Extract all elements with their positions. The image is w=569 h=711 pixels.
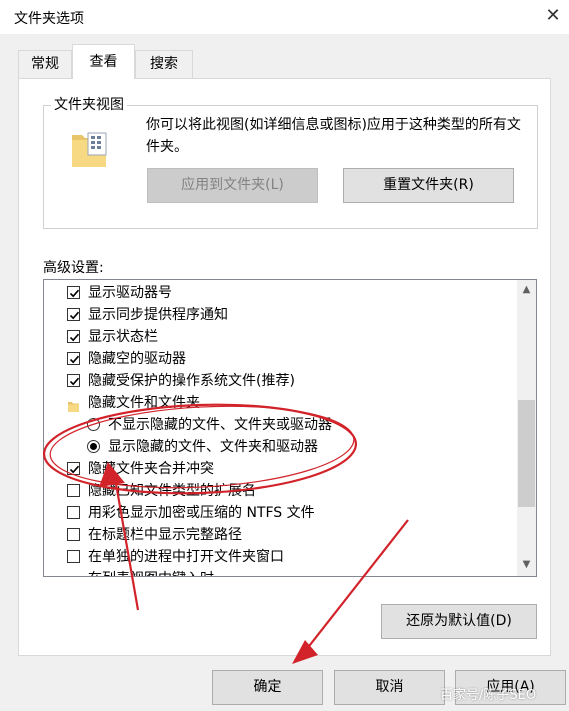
list-item-label: 不显示隐藏的文件、文件夹或驱动器 [108, 417, 332, 433]
scrollbar-thumb[interactable] [518, 400, 535, 507]
list-item-label: 隐藏受保护的操作系统文件(推荐) [88, 373, 295, 389]
list-item-label: 用彩色显示加密或压缩的 NTFS 文件 [88, 505, 315, 521]
watermark: 百家号/陈子SEO [440, 688, 537, 703]
list-item-label: 显示同步提供程序通知 [88, 307, 228, 323]
apply-to-folders-button[interactable]: 应用到文件夹(L) [147, 168, 318, 203]
list-item-label: 隐藏文件和文件夹 [88, 395, 200, 411]
checkbox-checked[interactable] [67, 374, 80, 387]
list-item-label: 在标题栏中显示完整路径 [88, 527, 242, 543]
advanced-settings-label: 高级设置: [43, 260, 104, 276]
checkbox-checked[interactable] [67, 462, 80, 475]
scroll-up-icon[interactable]: ▲ [518, 281, 535, 299]
radio-selected[interactable] [87, 440, 100, 453]
cancel-button[interactable]: 取消 [334, 670, 445, 705]
restore-defaults-button[interactable]: 还原为默认值(D) [381, 604, 537, 639]
window-title: 文件夹选项 [14, 11, 84, 27]
list-item-label: 隐藏空的驱动器 [88, 351, 186, 367]
checkbox-unchecked[interactable] [67, 506, 80, 519]
folder-icon [70, 129, 108, 169]
list-item-label: 显示隐藏的文件、文件夹和驱动器 [108, 439, 318, 455]
list-item-label: 隐藏已知文件类型的扩展名 [88, 483, 256, 499]
list-item-label: 隐藏文件夹合并冲突 [88, 461, 214, 477]
list-item-label: 显示状态栏 [88, 329, 158, 345]
checkbox-checked[interactable] [67, 286, 80, 299]
tab-general[interactable]: 常规 [18, 50, 72, 78]
advanced-settings-list[interactable]: 显示驱动器号 显示同步提供程序通知 显示状态栏 隐藏空的驱动器 隐藏受保护的操作… [43, 279, 537, 577]
list-item-label: 在列表视图中键入时 [88, 568, 214, 576]
checkbox-unchecked[interactable] [67, 528, 80, 541]
reset-folders-button[interactable]: 重置文件夹(R) [343, 168, 514, 203]
list-item-label: 显示驱动器号 [88, 285, 172, 301]
ok-button[interactable]: 确定 [212, 670, 323, 705]
tab-view[interactable]: 查看 [72, 44, 135, 79]
folder-view-legend: 文件夹视图 [51, 94, 127, 114]
scroll-down-icon[interactable]: ▼ [518, 556, 535, 574]
checkbox-checked[interactable] [67, 308, 80, 321]
folder-view-description: 你可以将此视图(如详细信息或图标)应用于这种类型的所有文件夹。 [146, 117, 521, 155]
title-bar [0, 0, 569, 34]
radio-unselected[interactable] [87, 418, 100, 431]
checkbox-unchecked[interactable] [67, 550, 80, 563]
checkbox-checked[interactable] [67, 330, 80, 343]
checkbox-checked[interactable] [67, 352, 80, 365]
close-icon[interactable]: ✕ [543, 6, 563, 26]
folder-icon [68, 573, 79, 576]
checkbox-unchecked[interactable] [67, 484, 80, 497]
list-item-label: 在单独的进程中打开文件夹窗口 [88, 549, 284, 565]
folder-icon [68, 397, 79, 412]
tab-search[interactable]: 搜索 [135, 50, 193, 78]
